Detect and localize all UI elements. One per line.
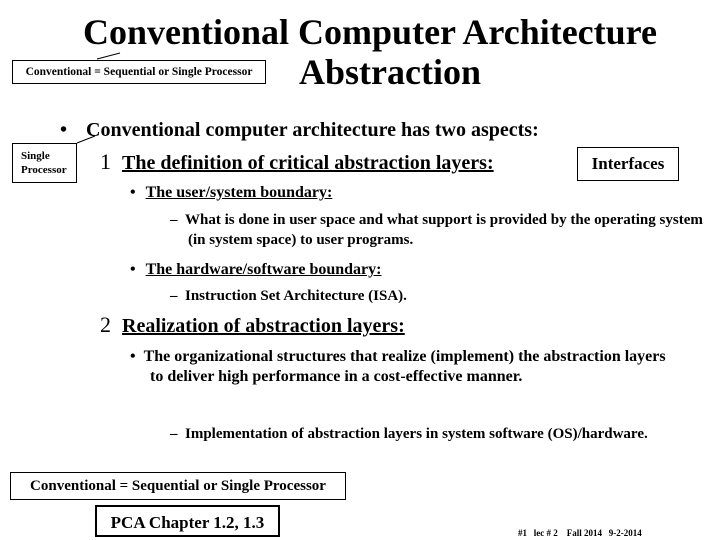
aspect2-heading: 2 Realization of abstraction layers: — [100, 313, 405, 338]
aspect2-sub1-detail-text: Implementation of abstraction layers in … — [185, 426, 648, 442]
aspect2-sub1: • The organizational structures that rea… — [130, 347, 680, 387]
aspect2-sub1-detail: – Implementation of abstraction layers i… — [170, 424, 688, 444]
aspect1-sub1-text: The user/system boundary: — [145, 184, 333, 201]
aspect1-title: The definition of critical abstraction l… — [122, 152, 494, 174]
dash-icon: – — [170, 288, 178, 304]
callout-left-box: Single Processor — [12, 143, 77, 183]
aspect1-sub1-detail-text: What is done in user space and what supp… — [185, 212, 703, 248]
aspect2-sub1-text: The organizational structures that reali… — [143, 348, 666, 385]
bullet-icon: • — [60, 119, 68, 141]
aspect1-sub1-detail: – What is done in user space and what su… — [170, 210, 708, 250]
slide-footer: #1 lec # 2 Fall 2014 9-2-2014 — [518, 528, 642, 538]
aspect1-sub2: • The hardware/software boundary: — [130, 260, 381, 280]
bullet-icon: • — [130, 348, 136, 365]
main-bullet-text: Conventional computer architecture has t… — [86, 119, 539, 141]
main-bullet: • Conventional computer architecture has… — [60, 118, 539, 142]
pca-chapter-box: PCA Chapter 1.2, 1.3 — [95, 505, 280, 537]
callout-top-box: Conventional = Sequential or Single Proc… — [12, 60, 266, 84]
callout-left-line2: Processor — [21, 164, 67, 176]
aspect1-sub1: • The user/system boundary: — [130, 183, 332, 203]
bullet-icon: • — [130, 184, 136, 201]
dash-icon: – — [170, 212, 178, 228]
interfaces-box: Interfaces — [577, 147, 679, 181]
aspect1-sub2-text: The hardware/software boundary: — [145, 261, 382, 278]
callout-left-line1: Single — [21, 150, 50, 162]
title-line-1: Conventional Computer Architecture — [83, 12, 657, 52]
conventional-definition-box: Conventional = Sequential or Single Proc… — [10, 472, 346, 500]
aspect1-heading: 1 The definition of critical abstraction… — [100, 150, 494, 175]
aspect1-number: 1 — [100, 149, 111, 174]
bullet-icon: • — [130, 261, 136, 278]
aspect1-sub2-detail: – Instruction Set Architecture (ISA). — [170, 286, 407, 306]
dash-icon: – — [170, 426, 178, 442]
aspect2-number: 2 — [100, 312, 111, 337]
aspect2-title: Realization of abstraction layers: — [122, 315, 405, 337]
aspect1-sub2-detail-text: Instruction Set Architecture (ISA). — [185, 288, 407, 304]
